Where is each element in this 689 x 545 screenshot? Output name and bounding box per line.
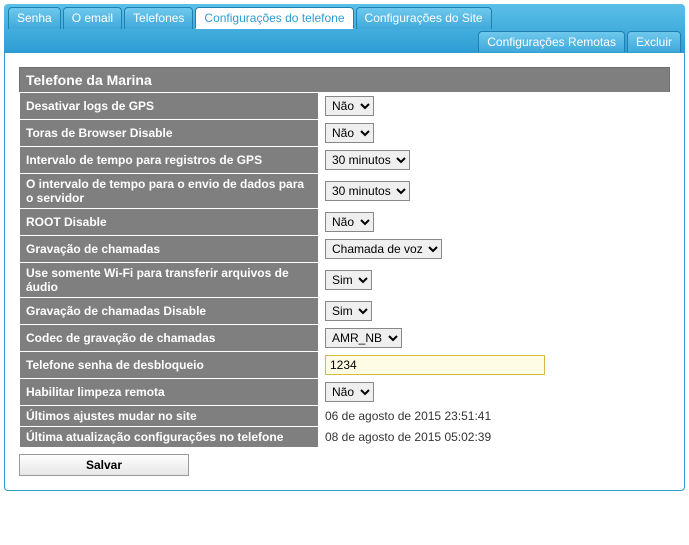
save-row: Salvar	[19, 454, 670, 476]
settings-table: Desativar logs de GPS Não Toras de Brows…	[19, 92, 670, 448]
select-gps-interval[interactable]: 30 minutos	[325, 150, 410, 170]
tab-excluir[interactable]: Excluir	[627, 31, 681, 52]
save-button[interactable]: Salvar	[19, 454, 189, 476]
table-row: Toras de Browser Disable Não	[20, 120, 670, 147]
select-upload-interval[interactable]: 30 minutos	[325, 181, 410, 201]
value-cell: Não	[319, 120, 670, 147]
value-cell: Chamada de voz	[319, 236, 670, 263]
label-browser-logs-disable: Toras de Browser Disable	[20, 120, 319, 147]
table-row: Gravação de chamadas Disable Sim	[20, 298, 670, 325]
select-disable-gps-logs[interactable]: Não	[325, 96, 374, 116]
tab-row-1: Senha O email Telefones Configurações do…	[8, 7, 681, 29]
table-row: O intervalo de tempo para o envio de dad…	[20, 174, 670, 209]
label-wifi-only: Use somente Wi-Fi para transferir arquiv…	[20, 263, 319, 298]
table-row: Habilitar limpeza remota Não	[20, 379, 670, 406]
label-unlock-pwd: Telefone senha de desbloqueio	[20, 352, 319, 379]
tab-telefones[interactable]: Telefones	[124, 7, 193, 29]
tab-config-site[interactable]: Configurações do Site	[356, 7, 492, 29]
table-row: Gravação de chamadas Chamada de voz	[20, 236, 670, 263]
label-remote-wipe: Habilitar limpeza remota	[20, 379, 319, 406]
select-remote-wipe[interactable]: Não	[325, 382, 374, 402]
label-gps-interval: Intervalo de tempo para registros de GPS	[20, 147, 319, 174]
table-row: Use somente Wi-Fi para transferir arquiv…	[20, 263, 670, 298]
table-row: Última atualização configurações no tele…	[20, 427, 670, 448]
tab-config-remotas[interactable]: Configurações Remotas	[478, 31, 625, 52]
section-title: Telefone da Marina	[19, 67, 670, 92]
label-last-phone-update: Última atualização configurações no tele…	[20, 427, 319, 448]
value-last-phone-update: 08 de agosto de 2015 05:02:39	[319, 427, 670, 448]
label-codec: Codec de gravação de chamadas	[20, 325, 319, 352]
value-cell: Não	[319, 379, 670, 406]
label-call-recording-disable: Gravação de chamadas Disable	[20, 298, 319, 325]
value-cell: 30 minutos	[319, 174, 670, 209]
select-call-recording[interactable]: Chamada de voz	[325, 239, 442, 259]
value-last-site-change: 06 de agosto de 2015 23:51:41	[319, 406, 670, 427]
label-last-site-change: Últimos ajustes mudar no site	[20, 406, 319, 427]
tab-bar: Senha O email Telefones Configurações do…	[4, 4, 685, 52]
value-cell: Não	[319, 209, 670, 236]
table-row: Telefone senha de desbloqueio	[20, 352, 670, 379]
label-upload-interval: O intervalo de tempo para o envio de dad…	[20, 174, 319, 209]
value-cell	[319, 352, 670, 379]
label-call-recording: Gravação de chamadas	[20, 236, 319, 263]
settings-panel: Telefone da Marina Desativar logs de GPS…	[4, 52, 685, 491]
tab-email[interactable]: O email	[63, 7, 122, 29]
select-browser-logs-disable[interactable]: Não	[325, 123, 374, 143]
value-cell: AMR_NB	[319, 325, 670, 352]
tab-config-telefone[interactable]: Configurações do telefone	[195, 7, 353, 29]
input-unlock-pwd[interactable]	[325, 355, 545, 375]
tab-senha[interactable]: Senha	[8, 7, 61, 29]
select-codec[interactable]: AMR_NB	[325, 328, 402, 348]
value-cell: Sim	[319, 263, 670, 298]
table-row: ROOT Disable Não	[20, 209, 670, 236]
select-root-disable[interactable]: Não	[325, 212, 374, 232]
tab-row-2: Configurações Remotas Excluir	[8, 31, 681, 52]
label-root-disable: ROOT Disable	[20, 209, 319, 236]
table-row: Últimos ajustes mudar no site 06 de agos…	[20, 406, 670, 427]
table-row: Intervalo de tempo para registros de GPS…	[20, 147, 670, 174]
table-row: Desativar logs de GPS Não	[20, 93, 670, 120]
select-call-recording-disable[interactable]: Sim	[325, 301, 372, 321]
value-cell: 30 minutos	[319, 147, 670, 174]
label-disable-gps-logs: Desativar logs de GPS	[20, 93, 319, 120]
value-cell: Sim	[319, 298, 670, 325]
select-wifi-only[interactable]: Sim	[325, 270, 372, 290]
table-row: Codec de gravação de chamadas AMR_NB	[20, 325, 670, 352]
value-cell: Não	[319, 93, 670, 120]
